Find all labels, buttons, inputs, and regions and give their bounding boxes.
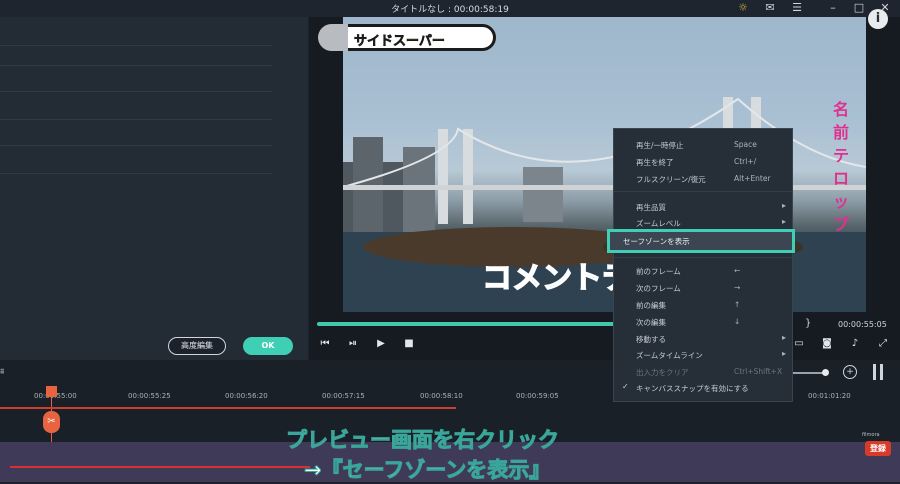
menu-label: キャンバススナップを有効にする — [636, 384, 749, 393]
step-play-icon[interactable]: ⏯ — [346, 337, 360, 351]
menu-label: セーフゾーンを表示 — [623, 237, 690, 246]
red-marker-line — [10, 466, 310, 468]
menu-item-playback-quality[interactable]: 再生品質 ▸ — [614, 199, 792, 215]
volume-icon[interactable]: ♪ — [848, 337, 862, 351]
timeline-tick: 00:00:59:05 — [516, 392, 559, 400]
lightbulb-icon[interactable]: ☼ — [736, 1, 750, 15]
side-super-caption: サイドスーパー — [318, 24, 496, 51]
play-icon[interactable]: ▶ — [374, 337, 388, 351]
scissors-icon[interactable]: ✂ — [43, 411, 60, 433]
menu-item-stop[interactable]: 再生を終了 Ctrl+/ — [614, 154, 792, 170]
menu-item-prev-edit[interactable]: 前の編集 ↑ — [614, 297, 792, 313]
name-char: ロ — [833, 169, 850, 188]
ok-button[interactable]: OK — [243, 337, 293, 355]
camera-icon[interactable]: ◙ — [820, 337, 834, 351]
divider — [0, 173, 272, 174]
divider — [0, 65, 272, 66]
name-char: 名 — [833, 100, 850, 119]
annotation-line-1: プレビュー画面を右クリック — [286, 428, 560, 453]
menu-shortcut: Alt+Enter — [734, 174, 771, 183]
caption-tab — [318, 24, 348, 51]
name-char: 前 — [833, 123, 850, 142]
zoom-slider-handle[interactable] — [822, 369, 829, 376]
mark-out-brace[interactable]: } — [805, 318, 811, 329]
menu-label: 次の編集 — [636, 318, 666, 327]
menu-item-fullscreen[interactable]: フルスクリーン/復元 Alt+Enter — [614, 171, 792, 187]
info-icon[interactable]: i — [868, 9, 888, 29]
menu-label: 再生を終了 — [636, 158, 674, 167]
fullscreen-icon[interactable]: ⤢ — [876, 337, 890, 351]
menu-item-zoom-timeline[interactable]: ズームタイムライン ▸ — [614, 347, 792, 363]
menu-label: フルスクリーン/復元 — [636, 175, 706, 184]
menu-icon[interactable]: ☰ — [790, 1, 804, 15]
title-bar: タイトルなし : 00:00:58:19 ☼ ✉ ☰ – □ ✕ — [0, 0, 900, 17]
side-super-text: サイドスーパー — [354, 34, 445, 50]
menu-label: 再生/一時停止 — [636, 141, 684, 150]
divider — [0, 91, 272, 92]
subscribe-badge[interactable]: 登録 — [865, 441, 891, 456]
waveform-icon[interactable]: ⩩ — [0, 367, 4, 377]
menu-shortcut: Ctrl+Shift+X — [734, 367, 783, 376]
pause-render-icon[interactable] — [873, 364, 883, 380]
timeline-tick: 00:00:56:20 — [225, 392, 268, 400]
divider — [0, 119, 272, 120]
timeline-tick: 00:01:01:20 — [808, 392, 851, 400]
advanced-edit-button[interactable]: 高度編集 — [168, 337, 226, 355]
divider — [0, 45, 272, 46]
menu-label: ズームレベル — [636, 219, 681, 228]
mail-icon[interactable]: ✉ — [763, 1, 777, 15]
menu-item-canvas-snap[interactable]: ✓ キャンバススナップを有効にする — [614, 380, 792, 396]
menu-item-show-safe-zone[interactable]: セーフゾーンを表示 — [607, 229, 795, 253]
menu-label: 次のフレーム — [636, 284, 681, 293]
menu-item-play-pause[interactable]: 再生/一時停止 Space — [614, 137, 792, 153]
name-char: テ — [833, 146, 850, 165]
submenu-arrow-icon: ▸ — [781, 217, 786, 226]
name-char: ッ — [833, 192, 850, 211]
annotation-line-2: →『セーフゾーンを表示』 — [303, 458, 551, 483]
name-caption: 名 前 テ ロ ッ プ — [833, 98, 849, 236]
menu-label: 移動する — [636, 335, 666, 344]
minimize-icon[interactable]: – — [826, 1, 840, 15]
comment-caption: コメントテ — [481, 260, 633, 297]
timeline-tick: 00:00:55:25 — [128, 392, 171, 400]
properties-panel — [0, 17, 308, 360]
name-char: プ — [833, 215, 850, 234]
menu-label: 再生品質 — [636, 203, 666, 212]
menu-label: ズームタイムライン — [636, 351, 703, 360]
menu-shortcut: ← — [734, 266, 741, 275]
submenu-arrow-icon: ▸ — [781, 201, 786, 210]
monitor-icon[interactable]: ▭ — [792, 337, 806, 351]
stop-icon[interactable]: ■ — [402, 337, 416, 351]
check-icon: ✓ — [622, 382, 629, 391]
context-menu: 再生/一時停止 Space 再生を終了 Ctrl+/ フルスクリーン/復元 Alt+E… — [613, 128, 793, 402]
zoom-in-icon[interactable]: + — [843, 365, 857, 379]
menu-shortcut: Space — [734, 140, 757, 149]
timeline-tick: 00:00:58:10 — [420, 392, 463, 400]
menu-item-next-edit[interactable]: 次の編集 ↓ — [614, 314, 792, 330]
menu-shortcut: → — [734, 283, 741, 292]
submenu-arrow-icon: ▸ — [781, 333, 786, 342]
menu-label: 出入力をクリア — [636, 368, 689, 377]
menu-separator — [614, 191, 792, 192]
menu-shortcut: ↓ — [734, 317, 741, 326]
render-range-bar — [0, 407, 456, 409]
menu-separator — [614, 257, 792, 258]
maximize-icon[interactable]: □ — [852, 1, 866, 15]
submenu-arrow-icon: ▸ — [781, 349, 786, 358]
menu-shortcut: Ctrl+/ — [734, 157, 757, 166]
brand-watermark: filmora — [862, 432, 880, 438]
menu-item-move[interactable]: 移動する ▸ — [614, 331, 792, 347]
menu-label: 前の編集 — [636, 301, 666, 310]
menu-shortcut: ↑ — [734, 300, 741, 309]
timeline-tick: 00:00:57:15 — [322, 392, 365, 400]
menu-item-next-frame[interactable]: 次のフレーム → — [614, 280, 792, 296]
menu-item-clear-in-out: 出入力をクリア Ctrl+Shift+X — [614, 364, 792, 380]
menu-label: 前のフレーム — [636, 267, 681, 276]
divider — [0, 145, 272, 146]
zoom-slider[interactable] — [790, 372, 826, 374]
current-time: 00:00:55:05 — [838, 320, 887, 329]
previous-frame-icon[interactable]: ⏮ — [318, 337, 332, 351]
menu-item-prev-frame[interactable]: 前のフレーム ← — [614, 263, 792, 279]
